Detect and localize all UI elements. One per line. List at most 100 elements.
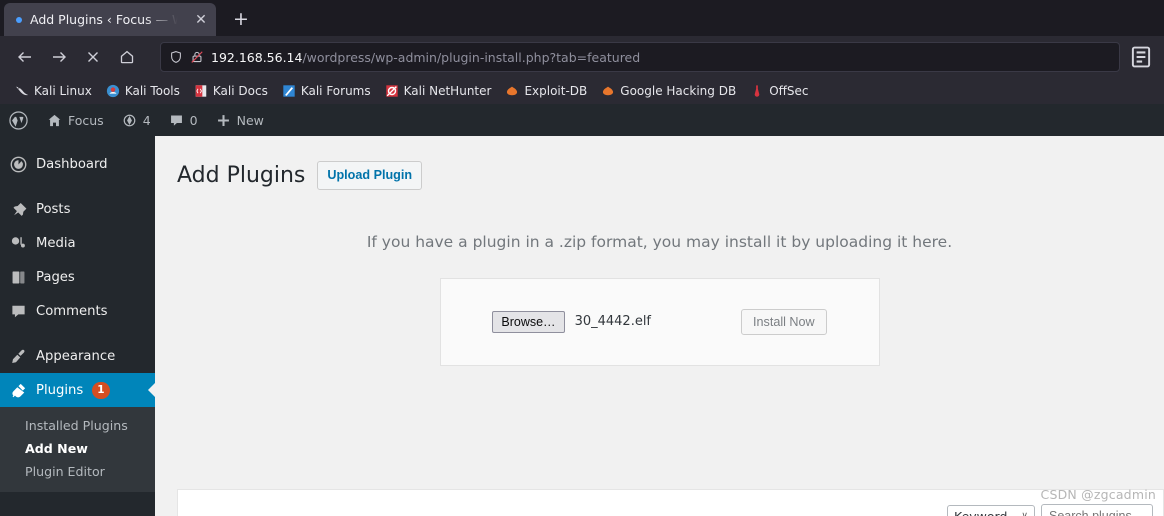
kali-tools-icon <box>106 84 119 98</box>
google-hacking-db-icon <box>603 86 614 96</box>
admin-sidebar: Dashboard Posts Media Pages Comments App… <box>0 136 155 516</box>
sidebar-item-appearance[interactable]: Appearance <box>0 339 155 373</box>
wp-admin-bar: Focus 4 0 New <box>0 104 1164 136</box>
sidebar-item-pages[interactable]: Pages <box>0 260 155 294</box>
url-text: 192.168.56.14/wordpress/wp-admin/plugin-… <box>211 50 640 65</box>
search-filter-value: Keyword <box>954 508 1008 516</box>
wordpress-logo-menu[interactable] <box>0 104 38 136</box>
sidebar-label: Posts <box>36 201 71 217</box>
browser-tab-strip: Add Plugins ‹ Focus — Wo ✕ + <box>0 0 1164 36</box>
sidebar-label: Pages <box>36 269 75 285</box>
updates-menu[interactable]: 4 <box>113 104 160 136</box>
plugin-upload-section: If you have a plugin in a .zip format, y… <box>155 233 1164 366</box>
page-header: Add Plugins Upload Plugin <box>155 136 1164 190</box>
stop-icon[interactable] <box>78 42 108 72</box>
pages-icon <box>12 271 25 283</box>
bookmark-kali-docs[interactable]: Kali Docs <box>187 80 275 102</box>
selected-file-name: 30_4442.elf <box>574 314 652 330</box>
home-icon <box>48 114 61 126</box>
close-icon[interactable]: ✕ <box>192 11 210 29</box>
new-tab-button[interactable]: + <box>226 4 256 34</box>
back-icon[interactable] <box>10 42 40 72</box>
kali-docs-icon <box>195 85 207 97</box>
browse-button[interactable]: Browse… <box>492 310 565 333</box>
bookmark-label: Kali Linux <box>34 84 92 98</box>
updates-count: 4 <box>142 112 151 128</box>
sidebar-item-media[interactable]: Media <box>0 226 155 260</box>
page-title: Add Plugins <box>177 162 306 188</box>
kali-dragon-icon <box>15 86 29 96</box>
comments-menu[interactable]: 0 <box>160 104 207 136</box>
tab-loading-dot <box>16 16 22 23</box>
bookmark-kali-nethunter[interactable]: Kali NetHunter <box>378 80 499 102</box>
appearance-icon <box>12 349 25 363</box>
sidebar-item-posts[interactable]: Posts <box>0 192 155 226</box>
offsec-icon <box>754 85 760 97</box>
bookmark-kali-forums[interactable]: Kali Forums <box>275 80 378 102</box>
url-path: /wordpress/wp-admin/plugin-install.php?t… <box>302 49 641 65</box>
plugin-search-area: Keyword ∨ <box>947 504 1153 516</box>
new-content-menu[interactable]: New <box>207 104 273 136</box>
bookmark-kali-tools[interactable]: Kali Tools <box>99 80 187 102</box>
browser-tab[interactable]: Add Plugins ‹ Focus — Wo ✕ <box>4 3 216 36</box>
home-icon[interactable] <box>112 42 142 72</box>
watermark-text: CSDN @zgcadmin <box>1040 487 1156 502</box>
bookmark-label: OffSec <box>769 84 809 98</box>
dashboard-icon <box>10 156 27 172</box>
bookmark-google-hacking-db[interactable]: Google Hacking DB <box>594 80 743 102</box>
sidebar-label: Comments <box>36 303 108 319</box>
upload-form-card: Browse… 30_4442.elf Install Now <box>439 277 880 366</box>
pin-icon <box>13 202 27 216</box>
bookmark-kali-linux[interactable]: Kali Linux <box>8 80 99 102</box>
sidebar-label: Media <box>36 235 76 251</box>
bookmark-exploit-db[interactable]: Exploit-DB <box>498 80 594 102</box>
kali-forums-icon <box>283 85 295 97</box>
bookmark-label: Kali Tools <box>124 84 180 98</box>
sidebar-item-comments[interactable]: Comments <box>0 294 155 328</box>
upload-hint-text: If you have a plugin in a .zip format, y… <box>366 232 953 251</box>
wordpress-logo <box>9 110 28 130</box>
new-label: New <box>236 112 264 128</box>
submenu-item-installed-plugins[interactable]: Installed Plugins <box>0 414 155 437</box>
sidebar-label: Appearance <box>36 348 116 364</box>
bookmark-label: Exploit-DB <box>524 84 588 98</box>
url-host: 192.168.56.14 <box>211 49 303 65</box>
plugin-tabs: Featured Popular Recommended Favorites <box>178 505 567 516</box>
plugin-icon <box>12 383 26 397</box>
submenu-item-plugin-editor[interactable]: Plugin Editor <box>0 460 155 483</box>
comments-count: 0 <box>189 112 198 128</box>
bookmark-offsec[interactable]: OffSec <box>743 80 815 102</box>
submenu-item-add-new[interactable]: Add New <box>0 437 155 460</box>
kali-nethunter-icon <box>385 85 398 97</box>
bookmarks-bar: Kali Linux Kali Tools Kali Docs Kali For… <box>0 78 1164 104</box>
url-bar[interactable]: 192.168.56.14/wordpress/wp-admin/plugin-… <box>160 42 1120 72</box>
exploit-db-icon <box>507 86 518 96</box>
sidebar-item-dashboard[interactable]: Dashboard <box>0 147 155 181</box>
browser-navigation-bar: 192.168.56.14/wordpress/wp-admin/plugin-… <box>0 36 1164 78</box>
bookmark-label: Kali Forums <box>300 84 371 98</box>
bookmark-label: Google Hacking DB <box>620 84 737 98</box>
updates-icon <box>123 114 136 126</box>
file-input-row: Browse… 30_4442.elf <box>492 310 652 333</box>
bookmark-label: Kali Docs <box>212 84 268 98</box>
comment-icon <box>12 305 25 317</box>
shield-icon <box>171 51 181 63</box>
admin-body: Dashboard Posts Media Pages Comments App… <box>0 136 1164 516</box>
upload-plugin-button[interactable]: Upload Plugin <box>317 161 423 190</box>
media-icon <box>11 236 25 247</box>
site-name-menu[interactable]: Focus <box>38 104 113 136</box>
insecure-lock-icon <box>191 51 203 63</box>
sidebar-item-plugins[interactable]: Plugins 1 <box>0 373 155 407</box>
chevron-down-icon: ∨ <box>1021 511 1028 516</box>
plugins-submenu: Installed Plugins Add New Plugin Editor <box>0 407 155 492</box>
bookmark-label: Kali NetHunter <box>403 84 492 98</box>
forward-icon[interactable] <box>44 42 74 72</box>
main-content: Add Plugins Upload Plugin If you have a … <box>155 136 1164 516</box>
search-plugins-input[interactable] <box>1041 504 1153 516</box>
search-filter-select[interactable]: Keyword ∨ <box>947 504 1035 516</box>
site-name: Focus <box>68 112 104 128</box>
reader-mode-icon[interactable] <box>1128 44 1154 70</box>
install-now-button[interactable]: Install Now <box>741 308 827 335</box>
sidebar-label: Plugins <box>36 382 84 398</box>
plugin-browse-tabs-panel: Featured Popular Recommended Favorites K… <box>177 489 1164 516</box>
